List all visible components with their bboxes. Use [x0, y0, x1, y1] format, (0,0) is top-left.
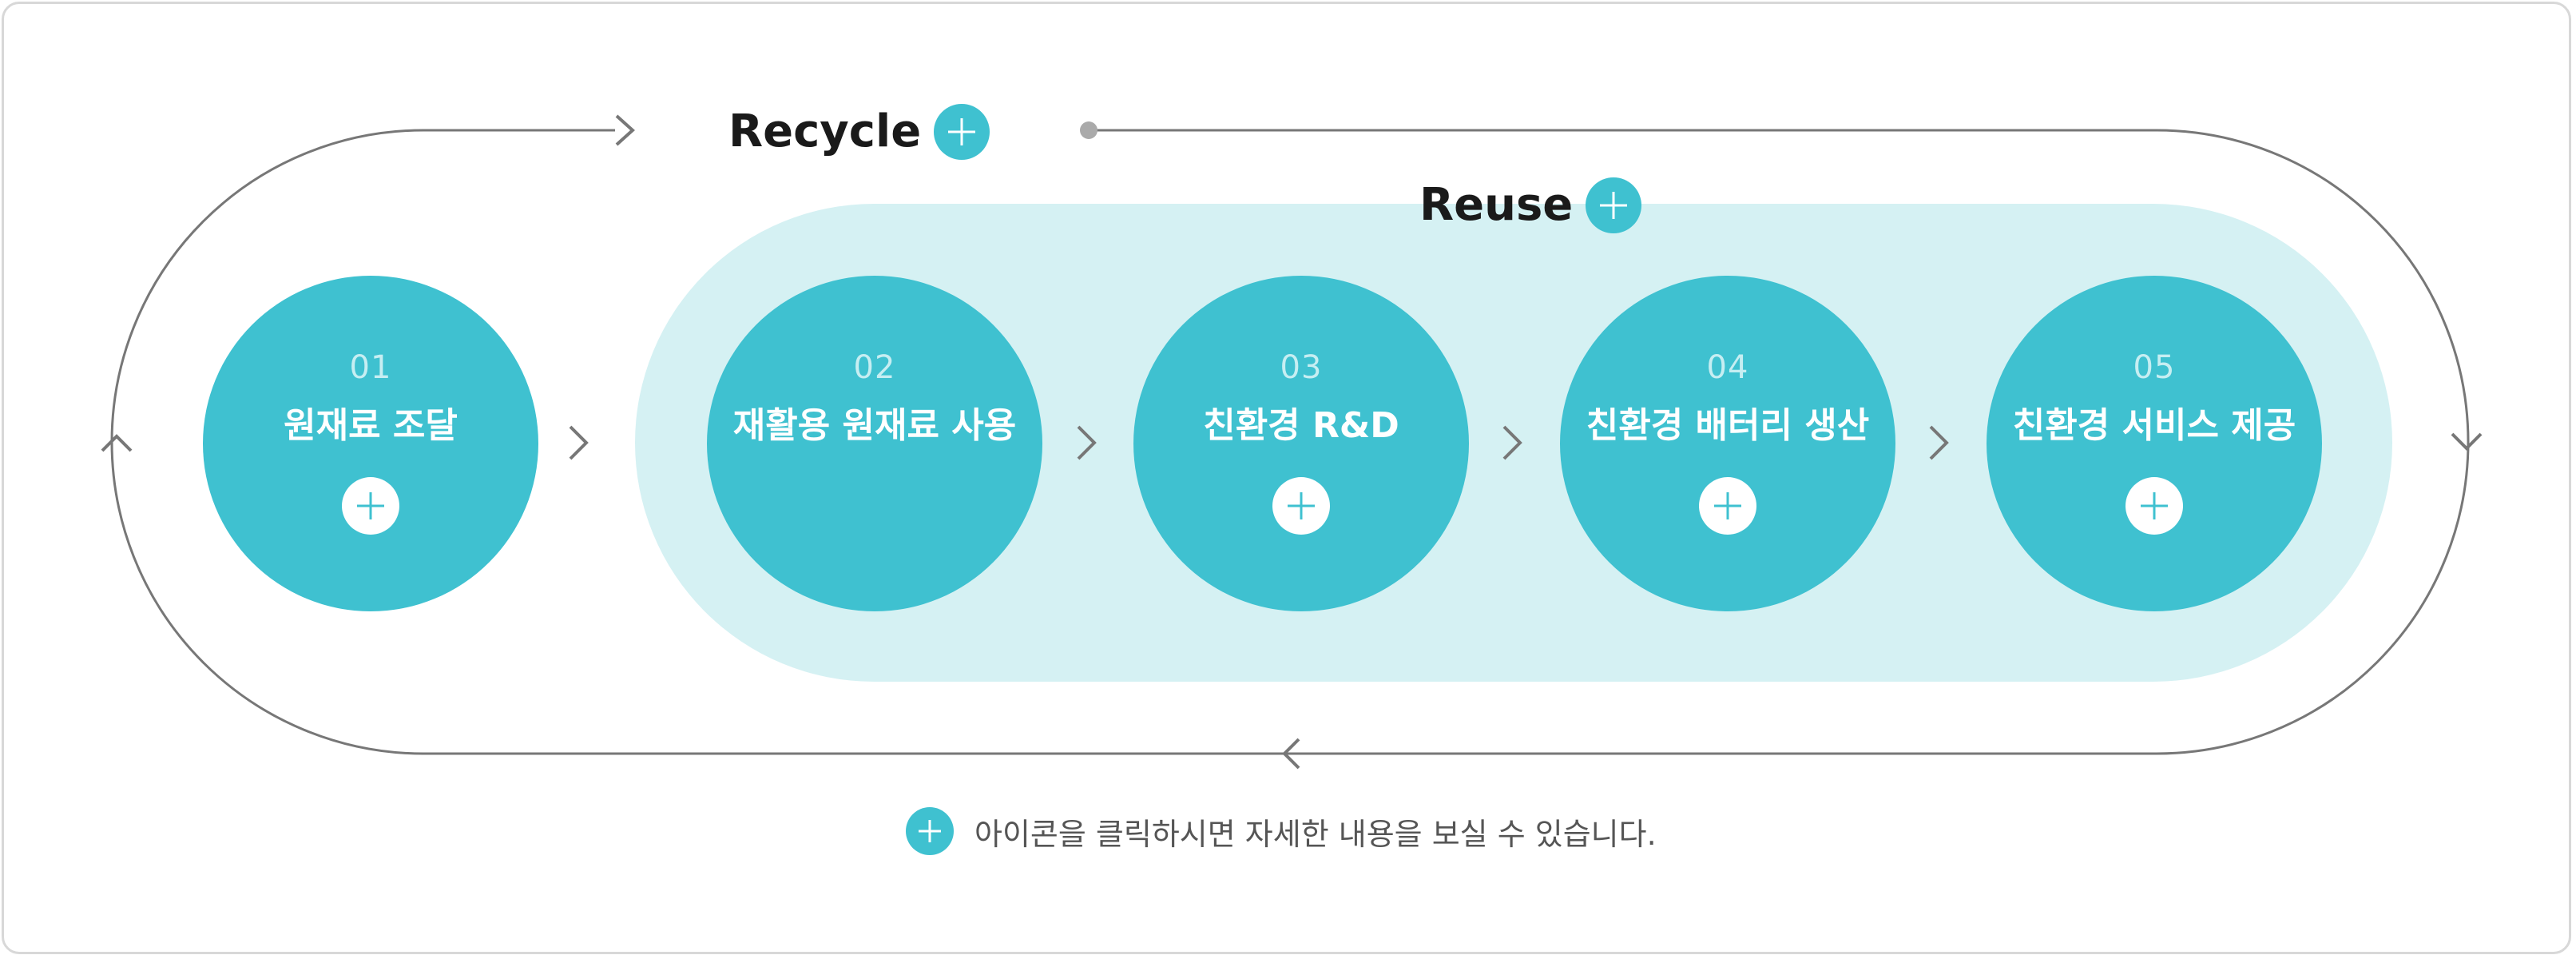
step-name: 원재료 조달 [284, 405, 458, 446]
step-number: 03 [1280, 349, 1323, 386]
step-number: 05 [2133, 349, 2176, 386]
step-name: 친환경 배터리 생산 [1586, 405, 1870, 446]
step-05: 05 친환경 서비스 제공 [1987, 276, 2322, 611]
step-name: 재활용 원재료 사용 [732, 405, 1017, 446]
plus-icon [906, 807, 954, 855]
plus-icon[interactable] [2125, 477, 2183, 535]
recycle-plus-icon[interactable] [934, 104, 990, 160]
step-name: 친환경 R&D [1203, 405, 1399, 446]
step-01: 01 원재료 조달 [203, 276, 538, 611]
chevron-right-icon [1929, 425, 1949, 460]
arrow-right-icon [615, 114, 635, 146]
chevron-right-icon [1502, 425, 1522, 460]
step-number: 01 [349, 349, 392, 386]
chevron-right-icon [1077, 425, 1097, 460]
instruction-note: 아이콘을 클릭하시면 자세한 내용을 보실 수 있습니다. [906, 807, 1657, 855]
reuse-title: Reuse [1419, 179, 1574, 231]
arrow-down-icon [2451, 432, 2483, 451]
step-02: 02 재활용 원재료 사용 [707, 276, 1042, 611]
step-number: 04 [1706, 349, 1749, 386]
step-04: 04 친환경 배터리 생산 [1560, 276, 1895, 611]
reuse-label: Reuse [1419, 177, 1642, 233]
step-03: 03 친환경 R&D [1133, 276, 1469, 611]
plus-icon[interactable] [1272, 477, 1330, 535]
recycle-title: Recycle [728, 105, 922, 157]
step-number: 02 [853, 349, 896, 386]
reuse-plus-icon[interactable] [1586, 177, 1642, 233]
step-name: 친환경 서비스 제공 [2012, 405, 2296, 446]
arrow-up-icon [101, 434, 133, 452]
chevron-right-icon [569, 425, 589, 460]
instruction-text: 아이콘을 클릭하시면 자세한 내용을 보실 수 있습니다. [974, 816, 1657, 852]
plus-icon[interactable] [342, 477, 399, 535]
plus-icon[interactable] [1699, 477, 1756, 535]
loop-start-dot [1080, 121, 1097, 139]
recycle-label: Recycle [728, 104, 990, 160]
